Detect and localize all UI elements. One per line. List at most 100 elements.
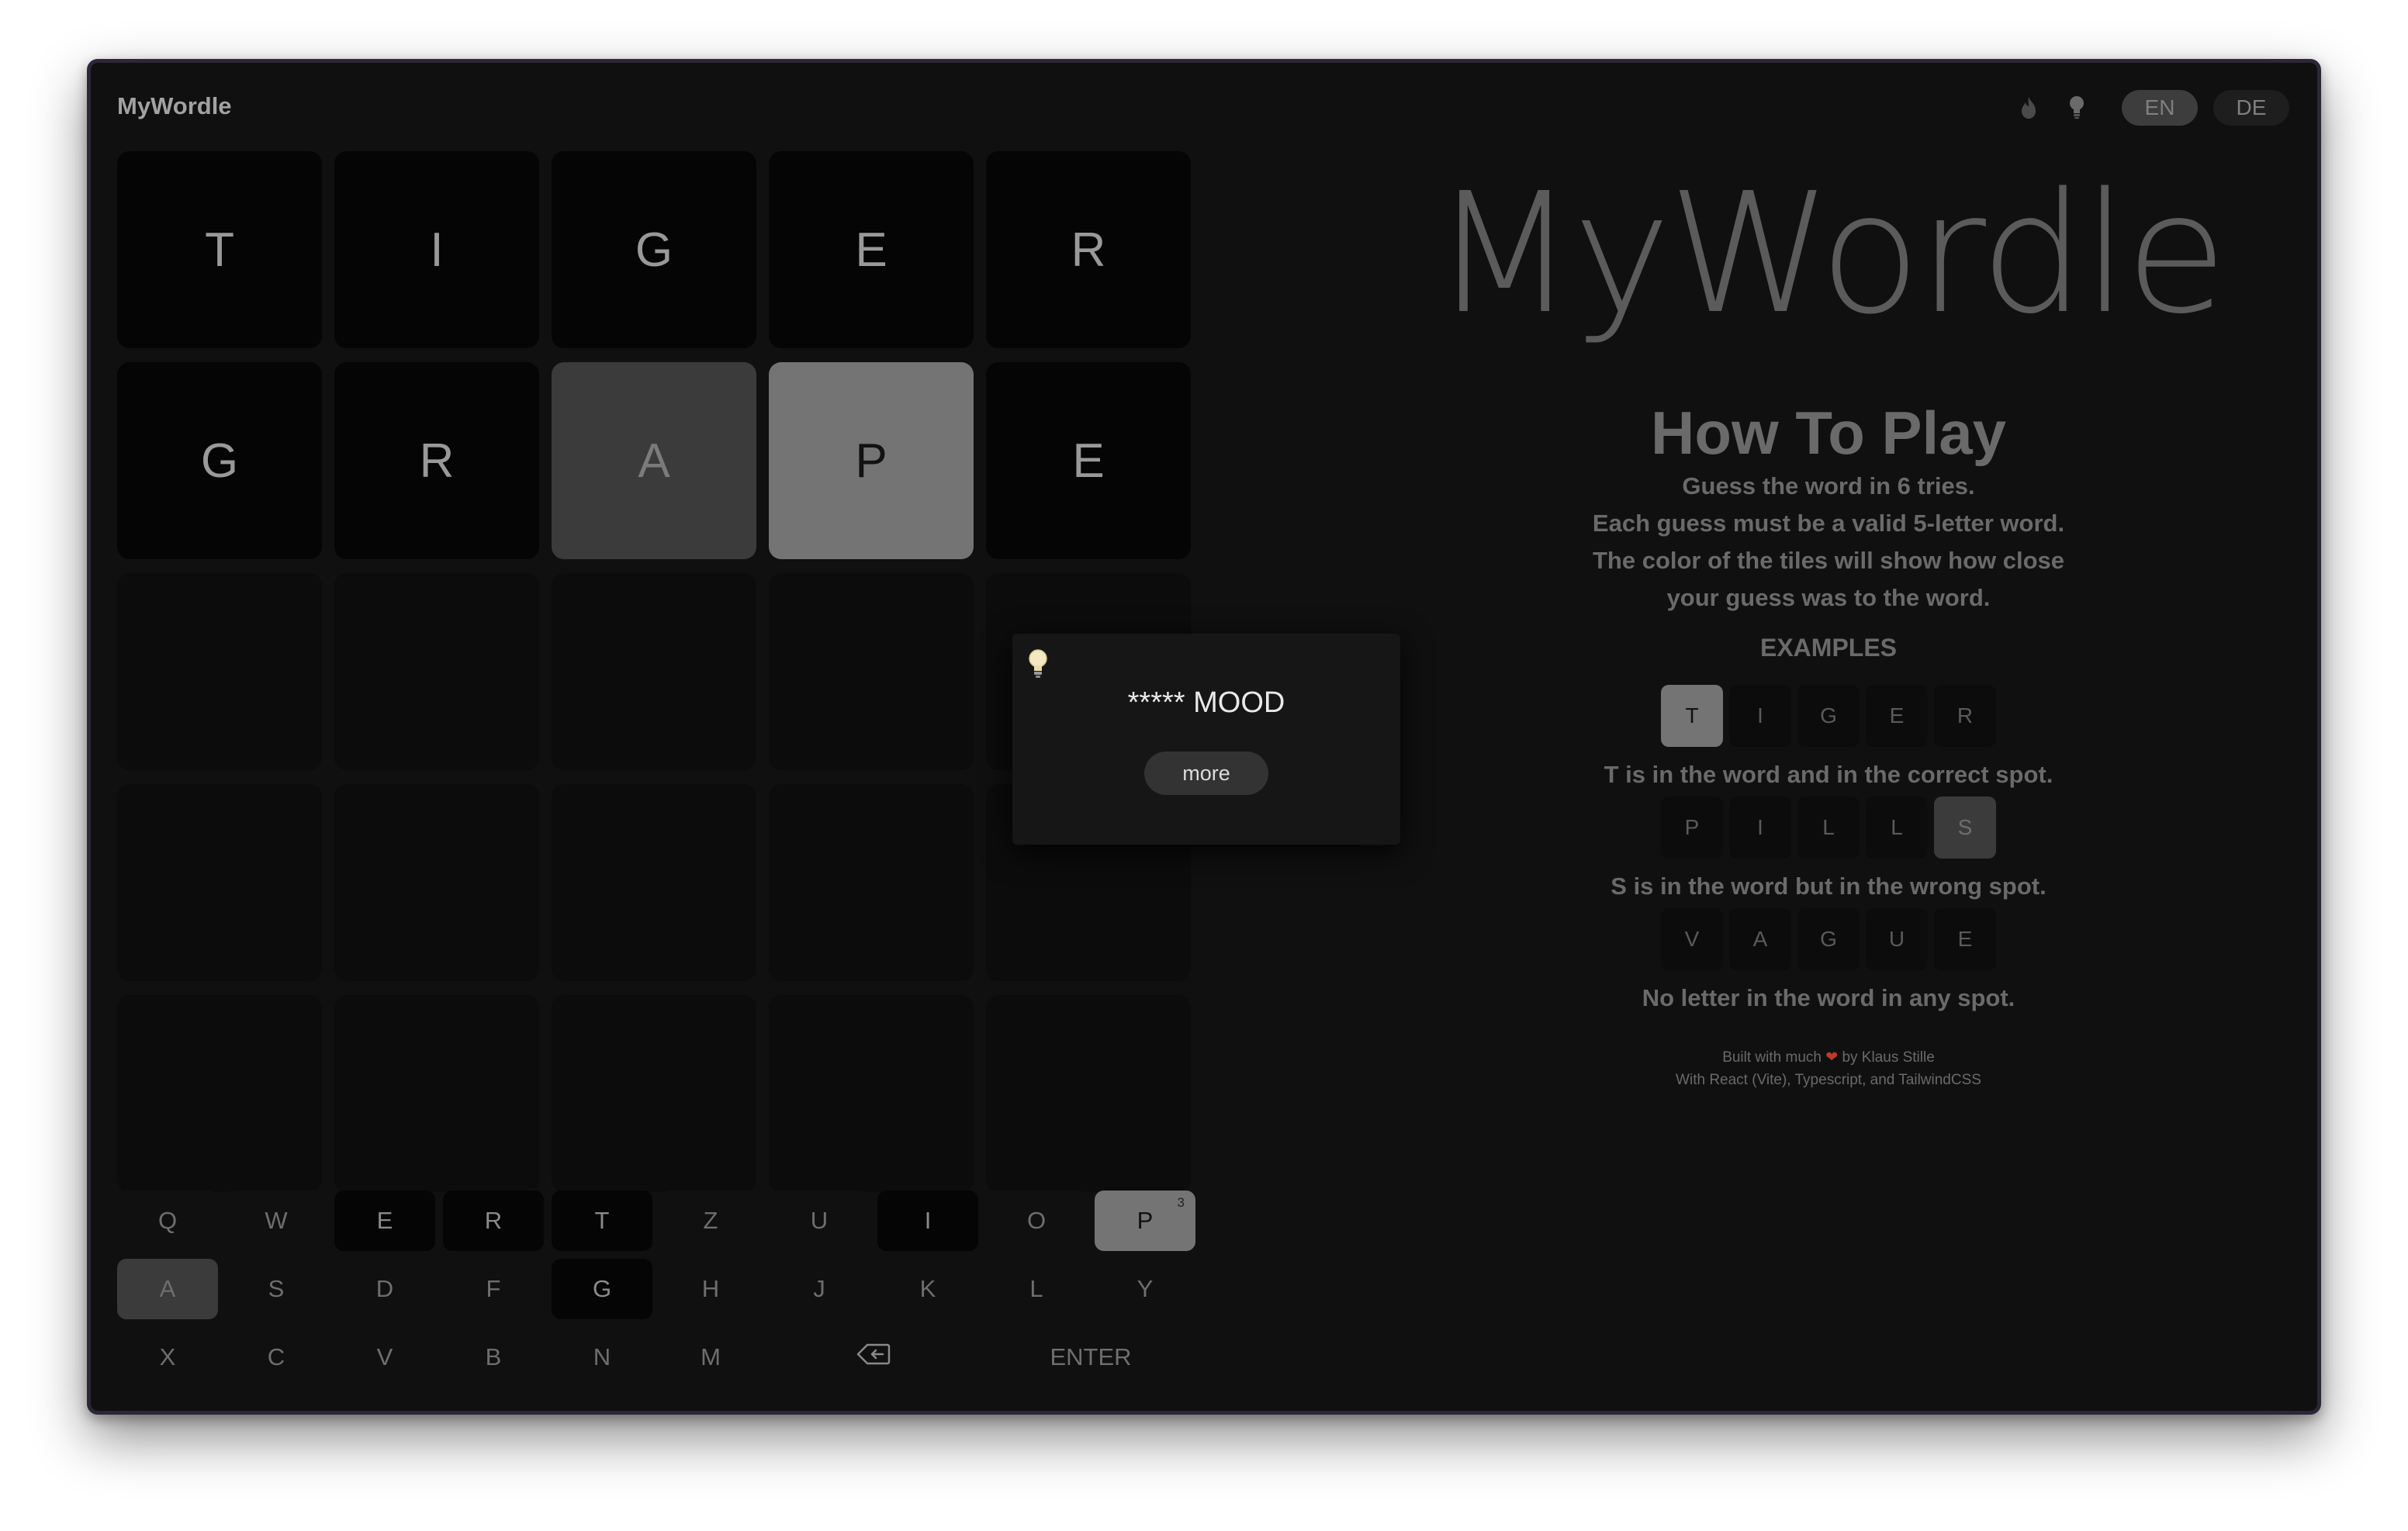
key-n[interactable]: N	[552, 1327, 652, 1388]
key-label: Q	[157, 1207, 178, 1234]
enter-key[interactable]: ENTER	[986, 1327, 1195, 1388]
flame-icon[interactable]	[2010, 89, 2047, 126]
example-tile: R	[1934, 685, 1996, 747]
top-bar-controls: EN DE	[2010, 89, 2289, 126]
keyboard-row: Q W E R T Z U IOP3	[117, 1191, 1197, 1251]
description-line: your guess was to the word.	[1666, 584, 1991, 611]
board-row	[117, 995, 1197, 1192]
key-v[interactable]: V	[334, 1327, 435, 1388]
board-tile	[769, 784, 974, 981]
example-tile: I	[1729, 797, 1791, 859]
key-b[interactable]: B	[443, 1327, 544, 1388]
more-button[interactable]: more	[1144, 752, 1268, 795]
key-l[interactable]: L	[986, 1259, 1087, 1319]
key-label: U	[810, 1207, 829, 1234]
example-tile: I	[1729, 685, 1791, 747]
backspace-icon	[856, 1343, 891, 1371]
example-row-2: PILLS	[1348, 797, 2309, 859]
key-label: E	[376, 1207, 393, 1234]
key-label: J	[813, 1275, 825, 1302]
board-tile	[117, 784, 322, 981]
board-tile	[334, 995, 539, 1192]
key-g[interactable]: G	[552, 1259, 652, 1319]
key-x[interactable]: X	[117, 1327, 218, 1388]
heart-icon: ❤	[1825, 1049, 1839, 1066]
key-k[interactable]: K	[877, 1259, 978, 1319]
keyboard: Q W E R T Z U I O P 3 A S D F G H J K L Y X C V B N M ENTER	[117, 1191, 1197, 1395]
board-row: GRAPE	[117, 362, 1197, 559]
key-label: L	[1029, 1275, 1043, 1302]
example-tile: T	[1661, 685, 1723, 747]
hint-popup: ***** MOOD more	[1012, 634, 1400, 845]
key-t[interactable]: T	[552, 1191, 652, 1251]
keyboard-row: X C V B N M ENTER	[117, 1327, 1197, 1388]
language-de-button[interactable]: DE	[2213, 90, 2289, 126]
key-j[interactable]: J	[769, 1259, 870, 1319]
key-y[interactable]: Y	[1095, 1259, 1195, 1319]
key-h[interactable]: H	[660, 1259, 761, 1319]
key-q[interactable]: Q	[117, 1191, 218, 1251]
lightbulb-icon[interactable]	[2058, 89, 2095, 126]
example-caption-2: S is in the word but in the wrong spot.	[1611, 873, 2046, 900]
key-p[interactable]: P3	[1095, 1191, 1195, 1251]
key-m[interactable]: M	[660, 1327, 761, 1388]
key-a[interactable]: A	[117, 1259, 218, 1319]
example-caption-3: No letter in the word in any spot.	[1642, 984, 2015, 1011]
hint-text: ***** MOOD	[1127, 686, 1285, 719]
key-label: R	[484, 1207, 503, 1234]
key-label: W	[265, 1207, 288, 1234]
key-d[interactable]: D	[334, 1259, 435, 1319]
how-to-play-description: Guess the word in 6 tries. Each guess mu…	[1348, 468, 2309, 617]
key-label: B	[485, 1343, 502, 1370]
description-line: Each guess must be a valid 5-letter word…	[1592, 510, 2065, 537]
footer-suffix: by Klaus Stille	[1842, 1049, 1935, 1066]
key-label: G	[592, 1275, 612, 1302]
board-tile	[334, 573, 539, 770]
language-en-button[interactable]: EN	[2122, 90, 2198, 126]
key-u[interactable]: U	[769, 1191, 870, 1251]
key-f[interactable]: F	[443, 1259, 544, 1319]
key-e[interactable]: E	[334, 1191, 435, 1251]
key-label: S	[268, 1275, 285, 1302]
app-title: MyWordle	[117, 92, 232, 119]
key-w[interactable]: W	[226, 1191, 327, 1251]
key-label: D	[375, 1275, 394, 1302]
example-tile: E	[1934, 908, 1996, 970]
key-z[interactable]: Z	[660, 1191, 761, 1251]
board-row: TIGER	[117, 151, 1197, 348]
board-tile: P	[769, 362, 974, 559]
how-to-play-title: How To Play	[1651, 399, 2006, 467]
board-tile: A	[552, 362, 756, 559]
board-tile: E	[986, 362, 1191, 559]
key-r[interactable]: R	[443, 1191, 544, 1251]
description-line: Guess the word in 6 tries.	[1682, 472, 1975, 499]
key-label: T	[594, 1207, 610, 1234]
key-i[interactable]: I	[877, 1191, 978, 1251]
key-s[interactable]: S	[226, 1259, 327, 1319]
example-tile: E	[1866, 685, 1928, 747]
example-row-3: VAGUE	[1348, 908, 2309, 970]
key-label: C	[267, 1343, 285, 1370]
example-tile: A	[1729, 908, 1791, 970]
board-tile: T	[117, 151, 322, 348]
example-tile: L	[1797, 797, 1860, 859]
key-c[interactable]: C	[226, 1327, 327, 1388]
example-tile: P	[1661, 797, 1723, 859]
board-tile	[334, 784, 539, 981]
key-label: K	[919, 1275, 936, 1302]
key-o[interactable]: O	[986, 1191, 1087, 1251]
app-window: MyWordle EN DE TIGERGRAPE QWERTZUIOP3ASD…	[87, 59, 2321, 1415]
description-line: The color of the tiles will show how clo…	[1592, 547, 2065, 574]
example-tile: G	[1797, 685, 1860, 747]
key-label: F	[486, 1275, 501, 1302]
key-label: V	[376, 1343, 393, 1370]
example-tile: G	[1797, 908, 1860, 970]
board-tile	[117, 573, 322, 770]
board-tile	[117, 995, 322, 1192]
board-tile: E	[769, 151, 974, 348]
key-label: H	[701, 1275, 720, 1302]
board-tile	[552, 995, 756, 1192]
key-label: Y	[1137, 1275, 1154, 1302]
key-label: A	[159, 1275, 176, 1302]
backspace-key[interactable]	[769, 1327, 978, 1388]
